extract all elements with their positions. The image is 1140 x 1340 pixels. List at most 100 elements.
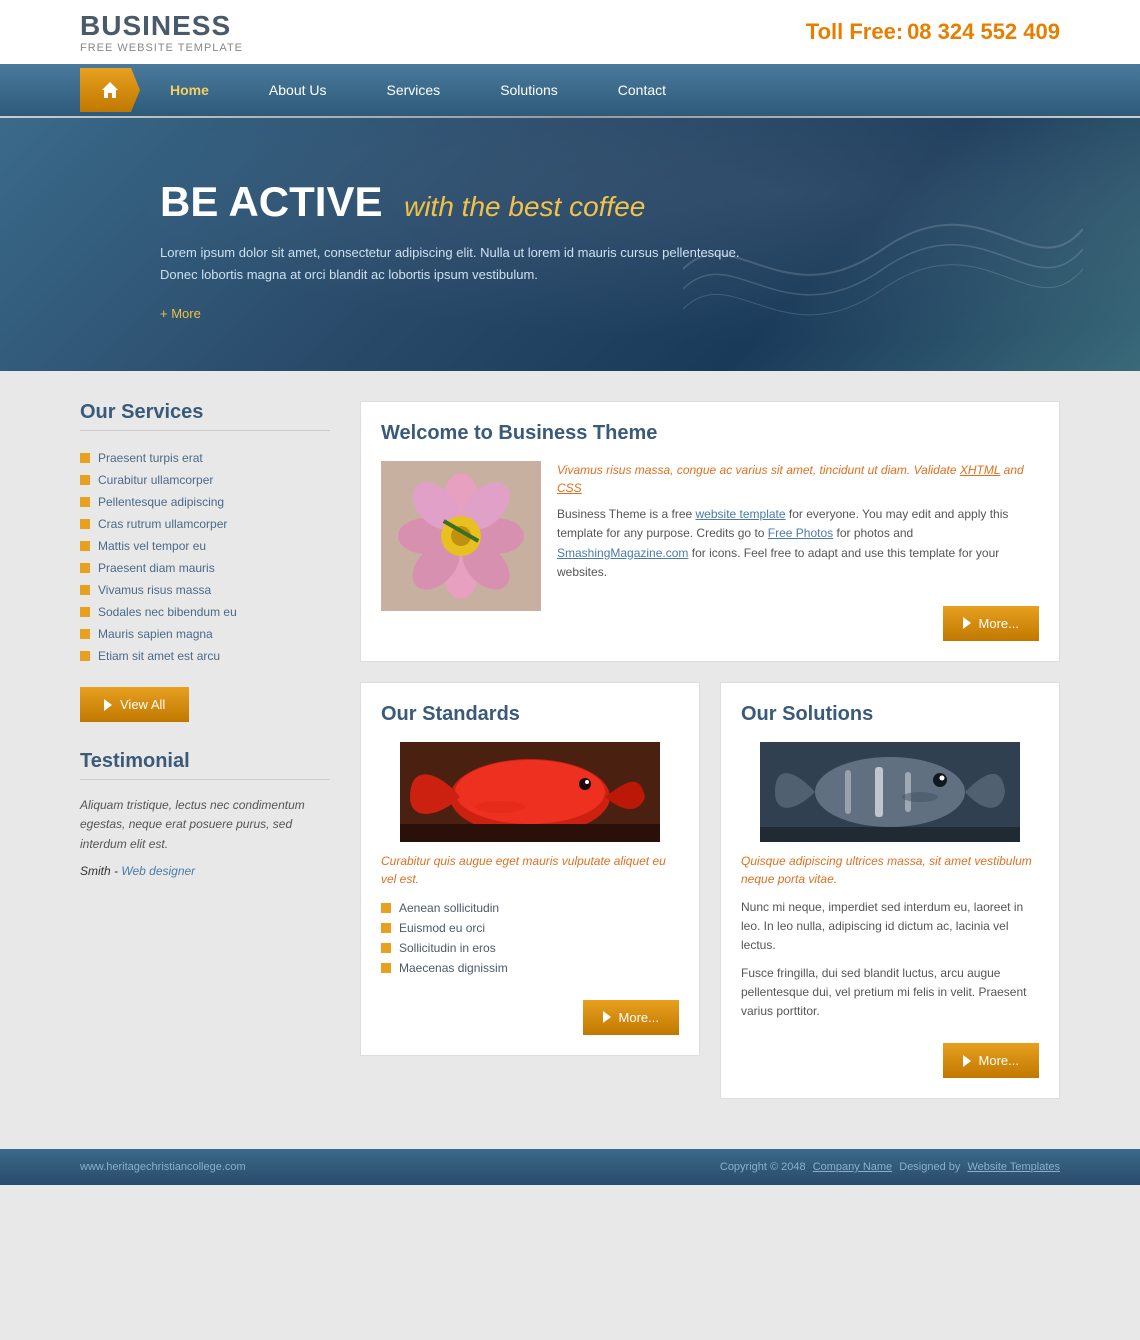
standards-content: Our Standards [360, 682, 700, 1056]
home-icon [100, 80, 120, 100]
bullet-icon [80, 453, 90, 463]
bullet-icon [80, 497, 90, 507]
list-item: Curabitur ullamcorper [80, 469, 330, 491]
hero-section: BE ACTIVE with the best coffee Lorem ips… [0, 118, 1140, 371]
sidebar: Our Services Praesent turpis erat Curabi… [80, 401, 330, 1119]
welcome-orange-text: Vivamus risus massa, congue ac varius si… [557, 461, 1039, 497]
hero-main-title: BE ACTIVE [160, 178, 382, 225]
website-templates-link[interactable]: Website Templates [967, 1161, 1060, 1173]
content-area: Welcome to Business Theme [360, 401, 1060, 1119]
list-item: Praesent turpis erat [80, 447, 330, 469]
footer-copyright: Copyright © 2048 Company Name Designed b… [720, 1161, 1060, 1173]
footer: www.heritagechristiancollege.com Copyrig… [0, 1149, 1140, 1185]
welcome-title: Welcome to Business Theme [381, 422, 1039, 445]
xhtml-link[interactable]: XHTML [960, 463, 1000, 477]
nav-items: Home About Us Services Solutions Contact [140, 64, 696, 116]
bullet-icon [80, 519, 90, 529]
standards-list: Aenean sollicitudin Euismod eu orci Soll… [381, 898, 679, 978]
footer-website: www.heritagechristiancollege.com [80, 1161, 246, 1173]
testimonial-role-link[interactable]: Web designer [121, 864, 195, 878]
nav-services[interactable]: Services [357, 64, 471, 116]
list-item: Sodales nec bibendum eu [80, 601, 330, 623]
solutions-more-label: More... [979, 1053, 1019, 1068]
solutions-more-wrap: More... [741, 1031, 1039, 1078]
welcome-section: Welcome to Business Theme [360, 401, 1060, 662]
standards-title: Our Standards [381, 703, 679, 726]
welcome-body: Vivamus risus massa, congue ac varius si… [381, 461, 1039, 641]
website-template-link[interactable]: website template [696, 507, 786, 521]
home-button-wrap [80, 64, 140, 116]
welcome-more-wrap: More... [557, 594, 1039, 641]
bullet-icon [80, 541, 90, 551]
arrow-icon [104, 699, 112, 711]
welcome-more-button[interactable]: More... [943, 606, 1039, 641]
standards-image [381, 742, 679, 842]
solutions-more-button[interactable]: More... [943, 1043, 1039, 1078]
toll-free-label: Toll Free: [806, 19, 903, 44]
bullet-icon [80, 585, 90, 595]
toll-free: Toll Free: 08 324 552 409 [806, 19, 1060, 45]
navigation: Home About Us Services Solutions Contact [0, 64, 1140, 116]
company-name-link[interactable]: Company Name [813, 1161, 892, 1173]
nav-contact[interactable]: Contact [588, 64, 696, 116]
nav-about[interactable]: About Us [239, 64, 357, 116]
free-photos-link[interactable]: Free Photos [768, 526, 833, 540]
hero-subtitle: with the best coffee [404, 191, 645, 222]
view-all-button[interactable]: View All [80, 687, 189, 722]
list-item: Sollicitudin in eros [381, 938, 679, 958]
bullet-icon [80, 629, 90, 639]
site-title: BUSINESS FREE WEBSITE TEMPLATE [80, 10, 243, 54]
smashing-link[interactable]: SmashingMagazine.com [557, 546, 688, 560]
orange-text-main: Vivamus risus massa, congue ac varius si… [557, 463, 960, 477]
standards-more-label: More... [619, 1010, 659, 1025]
standards-orange-text: Curabitur quis augue eget mauris vulputa… [381, 852, 679, 888]
list-item: Pellentesque adipiscing [80, 491, 330, 513]
copyright-text: Copyright © 2048 [720, 1161, 806, 1173]
designed-by-text: Designed by [899, 1161, 960, 1173]
view-all-label: View All [120, 697, 165, 712]
welcome-body-text: Business Theme is a free website templat… [557, 505, 1039, 582]
bullet-icon [381, 943, 391, 953]
testimonial-title: Testimonial [80, 750, 330, 780]
site-name: BUSINESS [80, 10, 243, 42]
welcome-more-label: More... [979, 616, 1019, 631]
home-button[interactable] [80, 68, 140, 112]
nav-solutions[interactable]: Solutions [470, 64, 588, 116]
header: BUSINESS FREE WEBSITE TEMPLATE Toll Free… [0, 0, 1140, 64]
arrow-icon [963, 1055, 971, 1067]
welcome-image [381, 461, 541, 611]
hero-decoration [683, 169, 1083, 369]
main-content: Our Services Praesent turpis erat Curabi… [0, 371, 1140, 1149]
services-list: Praesent turpis erat Curabitur ullamcorp… [80, 447, 330, 667]
solutions-image [741, 742, 1039, 842]
solutions-section: Our Solutions [720, 682, 1060, 1119]
site-tagline: FREE WEBSITE TEMPLATE [80, 42, 243, 54]
css-link[interactable]: CSS [557, 481, 582, 495]
welcome-text: Vivamus risus massa, congue ac varius si… [557, 461, 1039, 641]
standards-more-wrap: More... [381, 988, 679, 1035]
flower-svg [381, 461, 541, 611]
standards-solutions-wrap: Our Standards [360, 682, 1060, 1119]
list-item: Praesent diam mauris [80, 557, 330, 579]
bullet-icon [381, 903, 391, 913]
services-section-title: Our Services [80, 401, 330, 431]
standards-more-button[interactable]: More... [583, 1000, 679, 1035]
list-item: Maecenas dignissim [381, 958, 679, 978]
bullet-icon [80, 607, 90, 617]
solutions-title: Our Solutions [741, 703, 1039, 726]
list-item: Vivamus risus massa [80, 579, 330, 601]
phone-number: 08 324 552 409 [907, 19, 1060, 44]
solutions-para1: Nunc mi neque, imperdiet sed interdum eu… [741, 898, 1039, 956]
bullet-icon [381, 923, 391, 933]
nav-home[interactable]: Home [140, 64, 239, 116]
list-item: Mattis vel tempor eu [80, 535, 330, 557]
solutions-orange-text: Quisque adipiscing ultrices massa, sit a… [741, 852, 1039, 888]
testimonial-section: Testimonial Aliquam tristique, lectus ne… [80, 750, 330, 878]
list-item: Aenean sollicitudin [381, 898, 679, 918]
red-fish-svg [381, 742, 679, 842]
solutions-para2: Fusce fringilla, dui sed blandit luctus,… [741, 964, 1039, 1022]
testimonial-text: Aliquam tristique, lectus nec condimentu… [80, 796, 330, 854]
testimonial-author: Smith - Web designer [80, 864, 330, 878]
solutions-content: Our Solutions [720, 682, 1060, 1099]
bullet-icon [381, 963, 391, 973]
